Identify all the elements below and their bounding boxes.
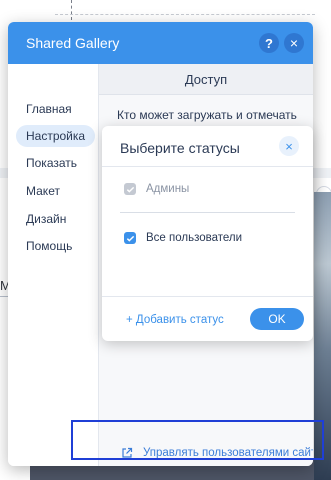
close-panel-button[interactable]: × <box>284 33 304 53</box>
highlight-box <box>71 420 324 460</box>
sidebar-item-display[interactable]: Показать <box>16 152 87 174</box>
status-option-label: Админы <box>146 183 190 195</box>
check-icon <box>126 186 134 193</box>
sidebar: Главная Настройка Показать Макет Дизайн … <box>8 64 99 466</box>
ok-button[interactable]: OK <box>250 308 304 330</box>
add-status-button[interactable]: + Добавить статус <box>126 314 224 326</box>
status-option-label[interactable]: Все пользователи <box>146 232 242 244</box>
popup-divider <box>102 166 313 167</box>
popup-title: Выберите статусы <box>120 140 240 156</box>
section-header: Доступ <box>99 64 313 95</box>
status-option-admins: Админы <box>124 181 189 197</box>
sidebar-item-design[interactable]: Дизайн <box>16 208 76 230</box>
canvas-guide-vertical <box>71 0 72 20</box>
checkbox-admins <box>124 183 136 195</box>
who-can-upload-label: Кто может загружать и отмечать <box>117 108 297 122</box>
sidebar-item-layout[interactable]: Макет <box>16 180 70 202</box>
section-title: Доступ <box>184 72 228 87</box>
checkbox-all-users[interactable] <box>124 232 136 244</box>
sidebar-item-help[interactable]: Помощь <box>16 235 82 257</box>
panel-title: Shared Gallery <box>26 35 120 51</box>
options-divider <box>120 212 295 213</box>
sidebar-item-home[interactable]: Главная <box>16 98 82 120</box>
canvas-guide-horizontal <box>55 14 315 15</box>
popup-footer-divider <box>102 296 313 297</box>
sidebar-item-settings[interactable]: Настройка <box>16 125 96 147</box>
panel-header[interactable]: Shared Gallery ? × <box>8 22 313 64</box>
status-option-all-users[interactable]: Все пользователи <box>124 230 242 246</box>
check-icon <box>126 235 134 242</box>
status-popup: Выберите статусы × Админы Все пользовате… <box>102 126 313 341</box>
popup-close-button[interactable]: × <box>279 136 299 156</box>
help-button[interactable]: ? <box>259 33 279 53</box>
